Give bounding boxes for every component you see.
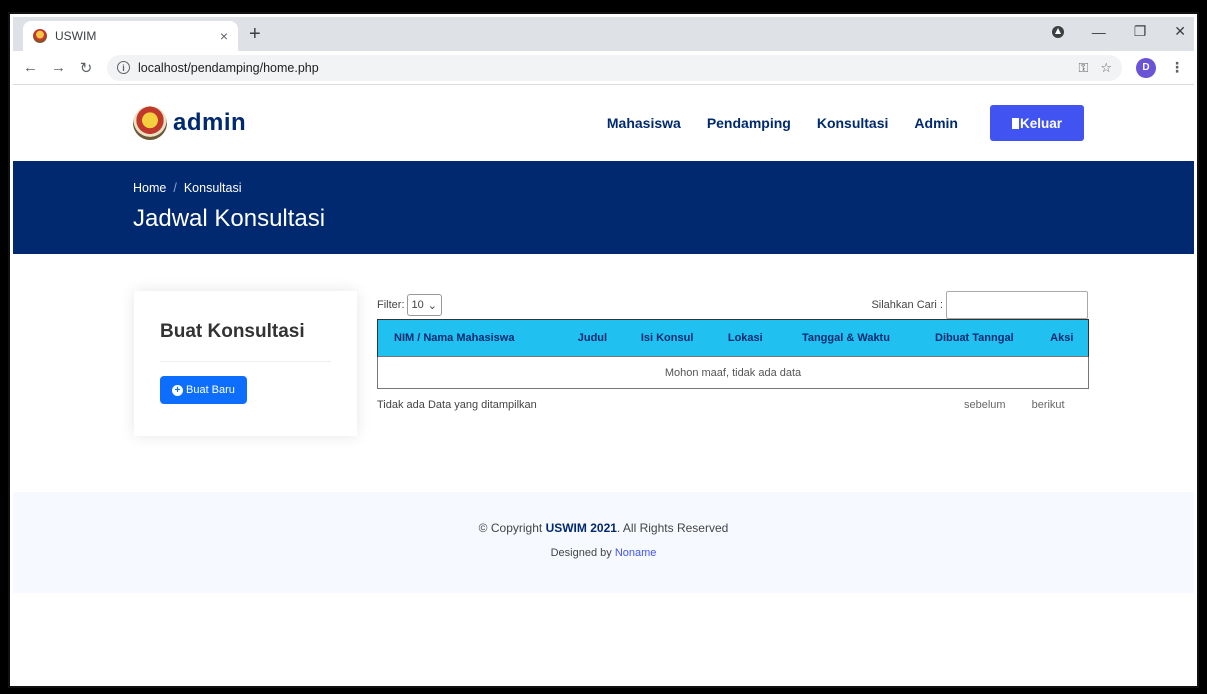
- favicon-icon: [33, 29, 47, 43]
- column-header[interactable]: Isi Konsul: [622, 319, 712, 357]
- column-header[interactable]: Judul: [562, 319, 623, 357]
- page-title: Jadwal Konsultasi: [133, 205, 326, 232]
- filter-label: Filter:: [377, 299, 405, 311]
- logout-label: Keluar: [1019, 115, 1062, 131]
- main-content: Buat Konsultasi + Buat Baru Filter: 10 ⌄…: [13, 254, 1194, 492]
- card-divider: [160, 361, 331, 362]
- column-header[interactable]: Tanggal & Waktu: [778, 319, 914, 357]
- table-row: Mohon maaf, tidak ada data: [377, 356, 1089, 389]
- designed-by-label: Designed by: [550, 547, 612, 559]
- page-title-band: Home / Konsultasi Jadwal Konsultasi: [13, 161, 1194, 254]
- menu-kebab-icon[interactable]: ⋮: [1170, 59, 1184, 76]
- new-tab-icon[interactable]: +: [249, 23, 261, 46]
- search-input[interactable]: [946, 291, 1088, 319]
- filter-select[interactable]: 10 ⌄: [406, 294, 442, 316]
- logout-button[interactable]: Keluar: [989, 105, 1084, 141]
- bookmark-star-icon[interactable]: ☆: [1100, 60, 1112, 76]
- nav-item-mahasiswa[interactable]: Mahasiswa: [607, 115, 681, 131]
- column-header[interactable]: NIM / Nama Mahasiswa: [377, 319, 563, 357]
- media-icon[interactable]: [1051, 25, 1064, 38]
- browser-window: USWIM × + — ❐ ✕ ← → ↻ i localhost/pendam…: [8, 12, 1199, 688]
- breadcrumb: Home / Konsultasi: [133, 181, 1194, 195]
- credits: Designed by Noname: [13, 547, 1194, 559]
- table-header-row: NIM / Nama Mahasiswa Judul Isi Konsul Lo…: [377, 319, 1089, 357]
- copyright-brand: USWIM 2021: [545, 521, 617, 535]
- column-header[interactable]: Dibuat Tanngal: [913, 319, 1036, 357]
- designer-link[interactable]: Noname: [615, 547, 657, 559]
- card-title: Buat Konsultasi: [160, 321, 305, 342]
- breadcrumb-current: Konsultasi: [183, 181, 242, 195]
- pagination: sebelum berikut: [964, 399, 1065, 411]
- logo-emblem-icon: [133, 106, 167, 140]
- filter-value: 10: [411, 299, 424, 311]
- table-info: Tidak ada Data yang ditampilkan: [377, 399, 537, 411]
- column-header[interactable]: Aksi: [1035, 319, 1089, 357]
- create-new-button[interactable]: + Buat Baru: [160, 376, 247, 404]
- browser-toolbar: ← → ↻ i localhost/pendamping/home.php ⚿ …: [13, 51, 1194, 85]
- consultation-table: NIM / Nama Mahasiswa Judul Isi Konsul Lo…: [377, 319, 1089, 389]
- nav-item-admin[interactable]: Admin: [914, 115, 958, 131]
- nav-item-konsultasi[interactable]: Konsultasi: [817, 115, 889, 131]
- browser-tab[interactable]: USWIM ×: [23, 21, 238, 51]
- close-window-icon[interactable]: ✕: [1174, 23, 1186, 40]
- logo[interactable]: admin: [133, 106, 246, 140]
- address-bar[interactable]: i localhost/pendamping/home.php ⚿ ☆: [107, 54, 1122, 81]
- copyright: © Copyright USWIM 2021. All Rights Reser…: [13, 521, 1194, 535]
- restore-icon[interactable]: ❐: [1134, 23, 1147, 40]
- chevron-down-icon: ⌄: [427, 299, 437, 312]
- plus-circle-icon: +: [172, 384, 183, 396]
- reload-icon[interactable]: ↻: [79, 59, 93, 77]
- forward-icon[interactable]: →: [51, 59, 66, 76]
- prev-page-button[interactable]: sebelum: [964, 399, 1006, 411]
- tab-bar: USWIM × + — ❐ ✕: [13, 17, 1194, 51]
- empty-message: Mohon maaf, tidak ada data: [377, 356, 1089, 389]
- copyright-suffix: . All Rights Reserved: [616, 521, 729, 535]
- site-footer: © Copyright USWIM 2021. All Rights Reser…: [13, 492, 1194, 593]
- window-controls: — ❐ ✕: [1051, 23, 1186, 40]
- back-icon[interactable]: ←: [23, 59, 38, 76]
- breadcrumb-home[interactable]: Home: [133, 181, 166, 195]
- minimize-icon[interactable]: —: [1092, 24, 1106, 40]
- main-nav: Mahasiswa Pendamping Konsultasi Admin Ke…: [607, 105, 1084, 141]
- tab-close-icon[interactable]: ×: [220, 28, 228, 44]
- url-text[interactable]: localhost/pendamping/home.php: [138, 61, 1066, 75]
- create-new-label: Buat Baru: [186, 384, 235, 396]
- info-icon[interactable]: i: [117, 61, 130, 74]
- create-consultation-card: Buat Konsultasi + Buat Baru: [134, 291, 357, 436]
- breadcrumb-separator: /: [173, 181, 177, 195]
- next-page-button[interactable]: berikut: [1032, 399, 1065, 411]
- table-controls: Filter: 10 ⌄ Silahkan Cari :: [377, 291, 1088, 319]
- site-header: admin Mahasiswa Pendamping Konsultasi Ad…: [13, 85, 1194, 161]
- nav-item-pendamping[interactable]: Pendamping: [707, 115, 791, 131]
- logo-text: admin: [173, 109, 247, 136]
- door-icon: [1011, 117, 1019, 129]
- copyright-prefix: © Copyright: [478, 521, 543, 535]
- profile-avatar[interactable]: D: [1136, 57, 1156, 78]
- column-header[interactable]: Lokasi: [711, 319, 779, 357]
- search-label: Silahkan Cari :: [871, 299, 943, 311]
- key-icon[interactable]: ⚿: [1078, 60, 1088, 76]
- tab-title: USWIM: [55, 29, 97, 43]
